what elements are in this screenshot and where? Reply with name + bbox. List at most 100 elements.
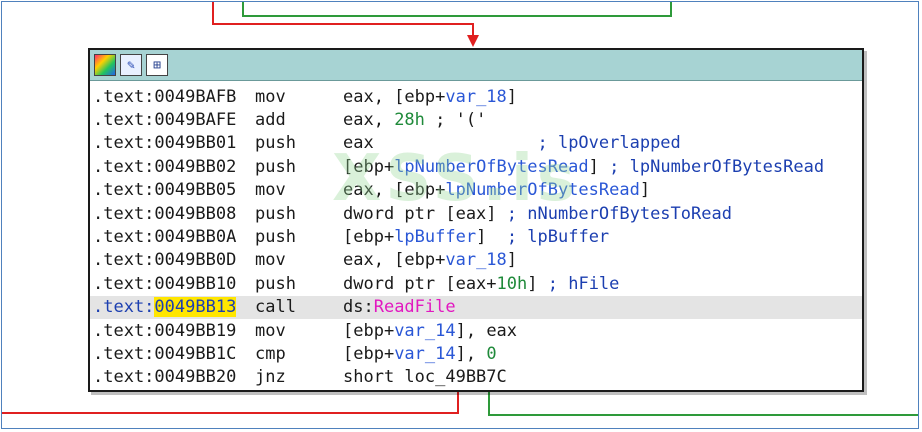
- operand-text: ], eax: [455, 320, 518, 341]
- variable-name[interactable]: var_18: [445, 87, 506, 107]
- mnemonic[interactable]: push: [255, 133, 343, 153]
- operand-text: ]: [506, 86, 518, 107]
- arrow-head-icon: [467, 35, 479, 47]
- address[interactable]: .text:0049BB13: [93, 297, 255, 318]
- operand-text: dword ptr [eax]: [343, 203, 497, 224]
- address[interactable]: .text:0049BB02: [93, 157, 255, 177]
- variable-name[interactable]: lpBuffer: [394, 227, 476, 247]
- operand-text: ]: [506, 250, 518, 271]
- disassembly-line[interactable]: .text:0049BB13 call ds:ReadFile: [90, 295, 862, 319]
- operand-text: ]: [476, 227, 487, 248]
- address[interactable]: .text:0049BB20: [93, 367, 255, 387]
- address[interactable]: .text:0049BB0A: [93, 227, 255, 247]
- graph-icon[interactable]: ⊞: [146, 54, 168, 76]
- mnemonic[interactable]: push: [255, 157, 343, 177]
- variable-name[interactable]: var_18: [445, 250, 506, 270]
- incoming-edge-green: [242, 2, 244, 16]
- mnemonic[interactable]: mov: [255, 87, 343, 107]
- operand-text: [ebp+: [343, 156, 395, 177]
- address[interactable]: .text:0049BB10: [93, 274, 255, 294]
- operands[interactable]: eax, 28h ; '(': [343, 110, 862, 130]
- variable-name[interactable]: lpNumberOfBytesRead: [394, 157, 588, 177]
- disassembly-line[interactable]: .text:0049BB20 jnz short loc_49BB7C: [90, 366, 862, 389]
- address[interactable]: .text:0049BB08: [93, 204, 255, 224]
- mnemonic[interactable]: mov: [255, 180, 343, 200]
- mnemonic[interactable]: add: [255, 110, 343, 130]
- operand-text: ]: [639, 180, 651, 201]
- mnemonic[interactable]: push: [255, 274, 343, 294]
- disassembly-line[interactable]: .text:0049BB02 push [ebp+lpNumberOfBytesRe…: [90, 155, 862, 178]
- basic-block-node[interactable]: ✎ ⊞ .text:0049BAFB mov eax, [ebp+var_18] .t…: [88, 48, 864, 392]
- operand-text: ],: [455, 343, 487, 364]
- immediate-value: 0: [486, 343, 497, 364]
- operand-text: ]: [588, 156, 599, 177]
- disassembly-line[interactable]: .text:0049BAFB mov eax, [ebp+var_18]: [90, 85, 862, 108]
- incoming-edge-red-horizontal: [212, 23, 474, 25]
- graph-view-canvas[interactable]: ✎ ⊞ .text:0049BAFB mov eax, [ebp+var_18] .t…: [1, 1, 919, 429]
- address[interactable]: .text:0049BB01: [93, 133, 255, 153]
- disassembly-line[interactable]: .text:0049BB0D mov eax, [ebp+var_18]: [90, 249, 862, 272]
- operands[interactable]: eax, [ebp+var_18]: [343, 87, 862, 107]
- variable-name[interactable]: var_14: [394, 344, 455, 364]
- mnemonic[interactable]: jnz: [255, 367, 343, 387]
- mnemonic[interactable]: mov: [255, 321, 343, 341]
- comment: ; lpNumberOfBytesRead: [609, 156, 825, 177]
- operand-text: ds:: [343, 297, 374, 318]
- disassembly-line[interactable]: .text:0049BB19 mov [ebp+var_14], eax: [90, 319, 862, 342]
- operands[interactable]: dword ptr [eax+10h] ; hFile: [343, 274, 862, 294]
- disassembly-line[interactable]: .text:0049BB10 push dword ptr [eax+10h] ; …: [90, 272, 862, 295]
- disassembly-line[interactable]: .text:0049BB05 mov eax, [ebp+lpNumberOfByt…: [90, 179, 862, 202]
- mnemonic[interactable]: call: [255, 297, 343, 317]
- address[interactable]: .text:0049BB19: [93, 321, 255, 341]
- operands[interactable]: [ebp+lpBuffer] ; lpBuffer: [343, 227, 862, 247]
- comment-spacing: [599, 157, 609, 177]
- operands[interactable]: eax ; lpOverlapped: [343, 133, 862, 153]
- address[interactable]: .text:0049BAFE: [93, 110, 255, 130]
- address[interactable]: .text:0049BB0D: [93, 250, 255, 270]
- operands[interactable]: short loc_49BB7C: [343, 367, 862, 387]
- operand-text: dword ptr [eax+: [343, 273, 497, 294]
- operands[interactable]: [ebp+lpNumberOfBytesRead] ; lpNumberOfBy…: [343, 157, 862, 177]
- outgoing-edge-red: [457, 390, 459, 414]
- disassembly-line[interactable]: .text:0049BB1C cmp [ebp+var_14], 0: [90, 342, 862, 365]
- mnemonic[interactable]: push: [255, 204, 343, 224]
- comment: ; lpOverlapped: [537, 133, 681, 154]
- variable-name[interactable]: lpNumberOfBytesRead: [445, 180, 639, 200]
- mnemonic[interactable]: cmp: [255, 344, 343, 364]
- disassembly-lines: .text:0049BAFB mov eax, [ebp+var_18] .text:…: [90, 81, 862, 389]
- address[interactable]: .text:0049BAFB: [93, 87, 255, 107]
- variable-name[interactable]: var_14: [394, 321, 455, 341]
- immediate-value: 28h: [394, 110, 425, 131]
- disassembly-line[interactable]: .text:0049BB08 push dword ptr [eax] ; nNum…: [90, 202, 862, 225]
- mnemonic[interactable]: push: [255, 227, 343, 247]
- color-palette-icon[interactable]: [94, 54, 116, 76]
- disassembly-line[interactable]: .text:0049BB0A push [ebp+lpBuffer] ; lpBuf…: [90, 225, 862, 248]
- address[interactable]: .text:0049BB1C: [93, 344, 255, 364]
- comment: ; hFile: [547, 273, 620, 294]
- operands[interactable]: [ebp+var_14], eax: [343, 321, 862, 341]
- operands[interactable]: [ebp+var_14], 0: [343, 344, 862, 364]
- operand-text: [ebp+: [343, 320, 395, 341]
- disassembly-line[interactable]: .text:0049BAFE add eax, 28h ; '(': [90, 108, 862, 131]
- comment-spacing: [374, 133, 538, 153]
- edit-icon[interactable]: ✎: [120, 54, 142, 76]
- comment-spacing: [486, 227, 506, 247]
- incoming-edge-green-right: [670, 2, 672, 16]
- comment: ; nNumberOfBytesToRead: [506, 203, 732, 224]
- operand-text: eax, [ebp+: [343, 250, 446, 271]
- operands[interactable]: eax, [ebp+var_18]: [343, 250, 862, 270]
- operand-text: eax, [ebp+: [343, 180, 446, 201]
- disassembly-line[interactable]: .text:0049BB01 push eax ; lpOverlapped: [90, 132, 862, 155]
- address[interactable]: .text:0049BB05: [93, 180, 255, 200]
- operand-text: eax: [343, 133, 374, 154]
- operand-text: [ebp+: [343, 227, 395, 248]
- operand-text: short loc_49BB7C: [343, 367, 507, 388]
- outgoing-edge-green: [488, 390, 490, 416]
- mnemonic[interactable]: mov: [255, 250, 343, 270]
- api-name[interactable]: ReadFile: [374, 297, 456, 317]
- operands[interactable]: ds:ReadFile: [343, 297, 862, 317]
- operands[interactable]: eax, [ebp+lpNumberOfBytesRead]: [343, 180, 862, 200]
- node-header: ✎ ⊞: [90, 50, 862, 81]
- outgoing-edge-green-horizontal: [488, 414, 918, 416]
- operands[interactable]: dword ptr [eax] ; nNumberOfBytesToRead: [343, 204, 862, 224]
